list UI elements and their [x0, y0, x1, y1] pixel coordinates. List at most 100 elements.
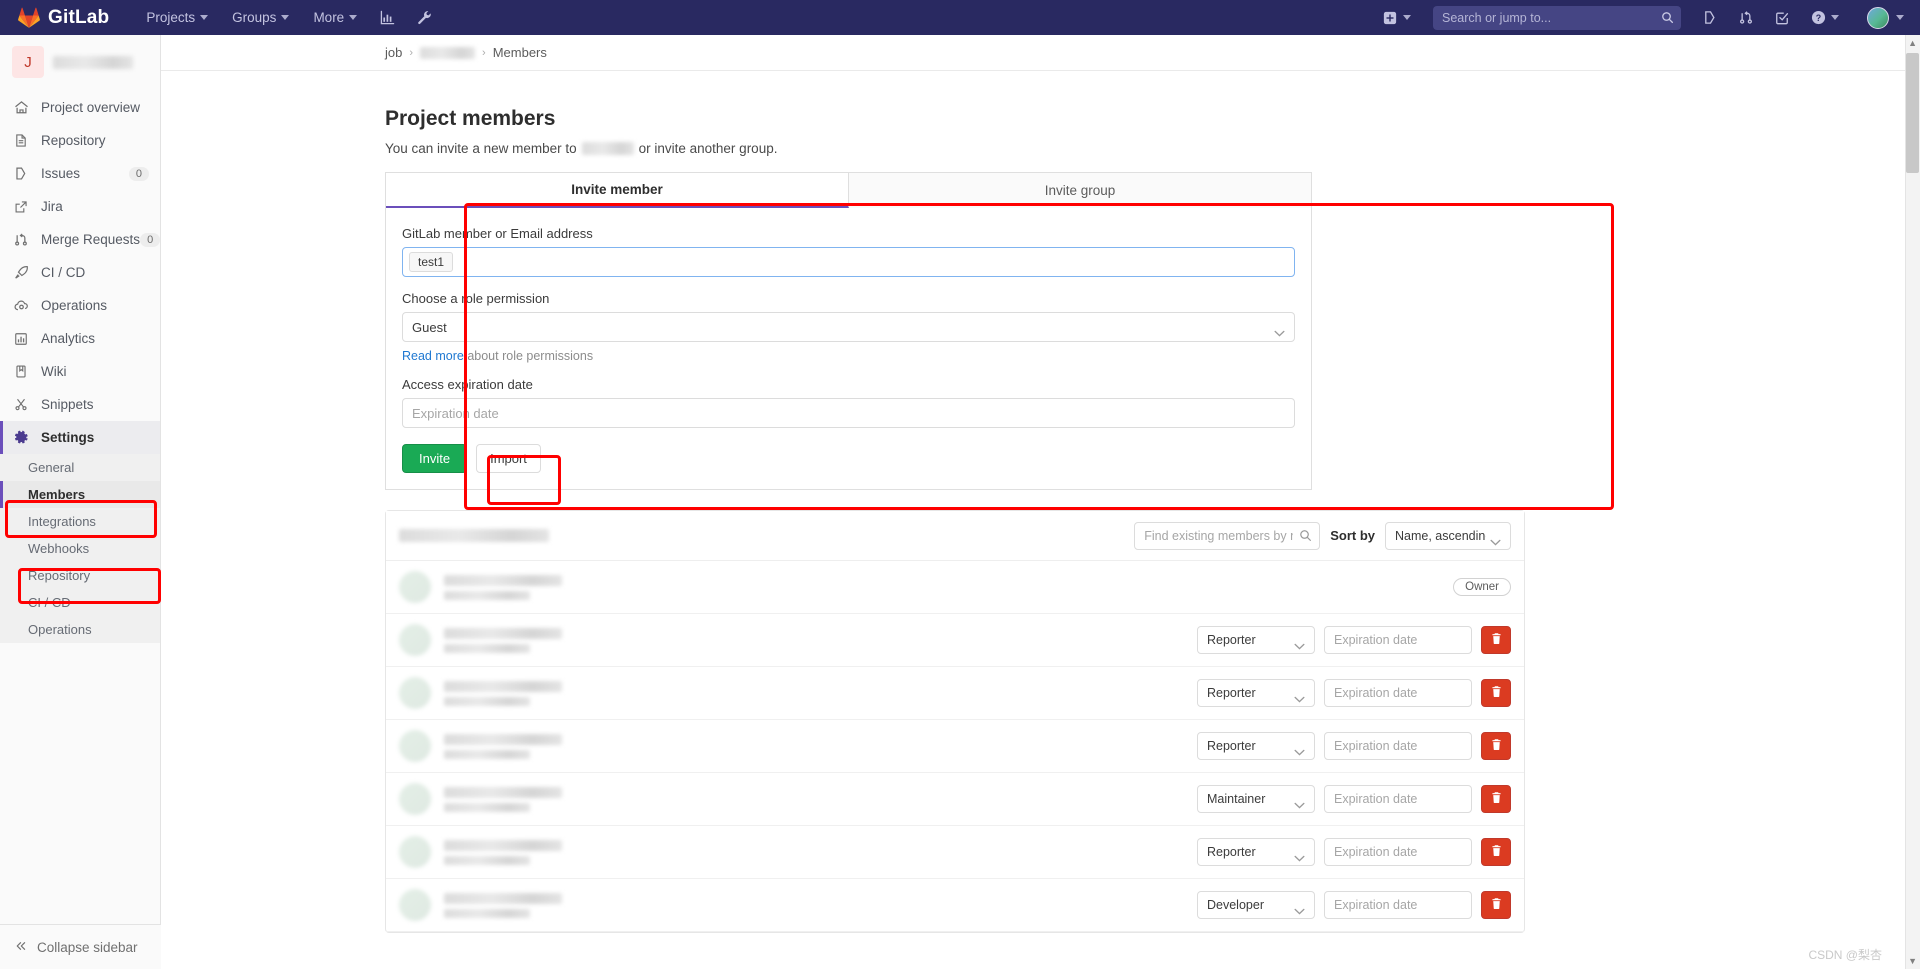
sidebar-subitem-general[interactable]: General: [0, 454, 160, 481]
global-search[interactable]: [1433, 5, 1681, 30]
navbar-right-group: ?: [1373, 0, 1908, 36]
member-role-select[interactable]: Maintainer: [1197, 785, 1315, 813]
member-token-input[interactable]: test1: [402, 247, 1295, 277]
sort-select[interactable]: Name, ascending: [1385, 521, 1511, 550]
tab-invite-group[interactable]: Invite group: [849, 173, 1311, 208]
nav-analytics-chart-icon[interactable]: [370, 3, 405, 32]
member-role-wrapper: Reporter: [1197, 732, 1315, 760]
member-token[interactable]: test1: [409, 252, 454, 272]
issues-icon: [14, 166, 32, 181]
nav-help-icon[interactable]: ?: [1801, 3, 1849, 32]
avatar: [399, 571, 431, 603]
settings-submenu: General Members Integrations Webhooks Re…: [0, 454, 160, 643]
invite-button[interactable]: Invite: [402, 444, 468, 473]
collapse-sidebar-label: Collapse sidebar: [37, 939, 138, 955]
collapse-sidebar-button[interactable]: Collapse sidebar: [0, 924, 161, 969]
table-row: Owner: [386, 561, 1524, 614]
scroll-down-arrow-icon[interactable]: ▼: [1908, 956, 1917, 966]
nav-issues-icon[interactable]: [1693, 3, 1727, 32]
sidebar-item-wiki[interactable]: Wiki: [0, 355, 160, 388]
remove-member-button[interactable]: [1481, 732, 1511, 760]
sidebar-nav-list: Project overview Repository Issues 0 Jir…: [0, 91, 161, 643]
sidebar-subitem-integrations[interactable]: Integrations: [0, 508, 160, 535]
avatar: [399, 677, 431, 709]
breadcrumb-members[interactable]: Members: [493, 45, 547, 60]
expiration-date-input[interactable]: [402, 398, 1295, 428]
new-item-plus-icon[interactable]: [1373, 4, 1421, 32]
tab-invite-member[interactable]: Invite member: [386, 173, 849, 208]
member-role-select[interactable]: Reporter: [1197, 679, 1315, 707]
chevron-down-icon: [200, 15, 209, 20]
user-menu[interactable]: [1851, 0, 1908, 36]
member-search-input[interactable]: [1135, 528, 1320, 543]
member-name-redacted: [444, 733, 562, 745]
sidebar-item-operations[interactable]: Operations: [0, 289, 160, 322]
nav-groups[interactable]: Groups: [221, 2, 300, 33]
sidebar-subitem-webhooks[interactable]: Webhooks: [0, 535, 160, 562]
expiration-field-label: Access expiration date: [402, 377, 533, 392]
scroll-thumb[interactable]: [1906, 53, 1919, 173]
remove-member-button[interactable]: [1481, 679, 1511, 707]
member-name-redacted: [444, 892, 562, 904]
breadcrumb-job[interactable]: job: [385, 45, 402, 60]
member-expiration-input[interactable]: [1324, 679, 1472, 707]
member-meta-redacted: [444, 643, 530, 653]
member-info: [444, 892, 562, 918]
member-role-select[interactable]: Developer: [1197, 891, 1315, 919]
double-chevron-left-icon: [14, 940, 28, 955]
nav-merge-requests-icon[interactable]: [1729, 3, 1763, 32]
gitlab-logo[interactable]: GitLab: [18, 7, 109, 29]
top-navbar: GitLab Projects Groups More Search or ju…: [0, 0, 1920, 35]
scroll-up-arrow-icon[interactable]: ▲: [1908, 38, 1917, 48]
sidebar-subitem-members[interactable]: Members: [0, 481, 160, 508]
sidebar-subitem-ci-cd[interactable]: CI / CD: [0, 589, 160, 616]
read-more-link[interactable]: Read more: [402, 349, 464, 363]
subtitle-project-redacted: [581, 142, 634, 155]
sidebar-item-ci-cd[interactable]: CI / CD: [0, 256, 160, 289]
member-search[interactable]: [1134, 521, 1321, 550]
member-meta-redacted: [444, 855, 530, 865]
nav-more[interactable]: More: [302, 2, 368, 33]
member-role-select[interactable]: Reporter: [1197, 838, 1315, 866]
search-input[interactable]: [1433, 5, 1681, 30]
member-expiration-input[interactable]: [1324, 785, 1472, 813]
gitlab-tanuki-icon: [18, 7, 40, 28]
sidebar-item-project-overview[interactable]: Project overview: [0, 91, 160, 124]
import-button[interactable]: Import: [476, 444, 541, 473]
sidebar-label: Repository: [41, 133, 106, 148]
nav-wrench-icon[interactable]: [407, 3, 442, 32]
sidebar-project-header[interactable]: J: [0, 35, 160, 89]
role-select[interactable]: Guest: [402, 312, 1295, 342]
subtitle-before: You can invite a new member to: [385, 141, 577, 156]
remove-member-button[interactable]: [1481, 785, 1511, 813]
sidebar-item-jira[interactable]: Jira: [0, 190, 160, 223]
member-expiration-input[interactable]: [1324, 626, 1472, 654]
sidebar-item-settings[interactable]: Settings: [0, 421, 160, 454]
sidebar-item-snippets[interactable]: Snippets: [0, 388, 160, 421]
member-expiration-input[interactable]: [1324, 891, 1472, 919]
nav-todos-icon[interactable]: [1765, 4, 1799, 32]
member-role-select[interactable]: Reporter: [1197, 732, 1315, 760]
sidebar-item-repository[interactable]: Repository: [0, 124, 160, 157]
sidebar-item-issues[interactable]: Issues 0: [0, 157, 160, 190]
svg-text:?: ?: [1816, 13, 1821, 23]
page-scrollbar[interactable]: ▲ ▼: [1905, 35, 1920, 969]
member-role-select[interactable]: Reporter: [1197, 626, 1315, 654]
member-info: [444, 839, 562, 865]
nav-projects[interactable]: Projects: [135, 2, 219, 33]
member-field-label: GitLab member or Email address: [402, 226, 593, 241]
sidebar-item-analytics[interactable]: Analytics: [0, 322, 160, 355]
search-icon: [1299, 529, 1312, 547]
sidebar-subitem-operations[interactable]: Operations: [0, 616, 160, 643]
remove-member-button[interactable]: [1481, 891, 1511, 919]
member-actions: Reporter: [1197, 679, 1511, 707]
member-expiration-input[interactable]: [1324, 732, 1472, 760]
remove-member-button[interactable]: [1481, 838, 1511, 866]
member-expiration-input[interactable]: [1324, 838, 1472, 866]
sidebar-item-merge-requests[interactable]: Merge Requests 0: [0, 223, 161, 256]
document-icon: [14, 133, 32, 148]
member-meta-redacted: [444, 908, 530, 918]
sidebar-subitem-repository[interactable]: Repository: [0, 562, 160, 589]
member-name-redacted: [444, 839, 562, 851]
remove-member-button[interactable]: [1481, 626, 1511, 654]
